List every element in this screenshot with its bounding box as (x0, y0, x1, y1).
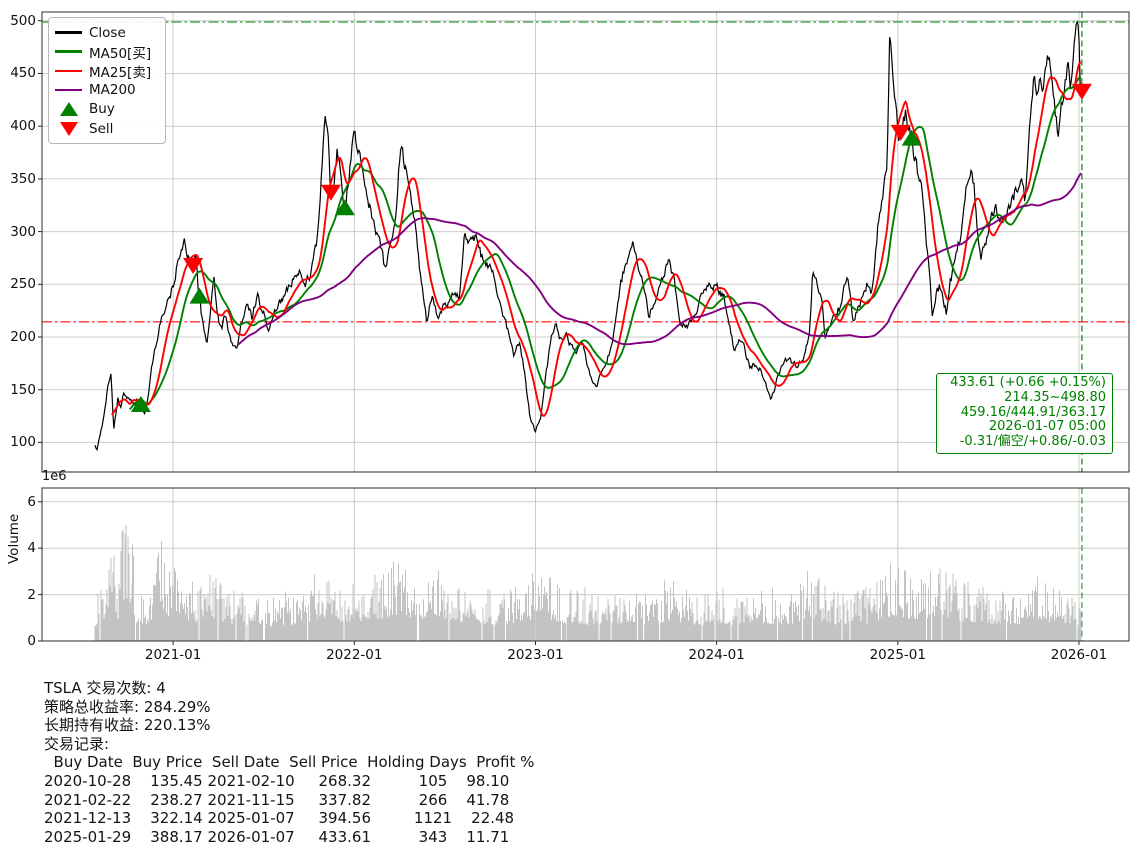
legend-item-ma25: MA25[卖] (55, 61, 157, 80)
line-swatch (55, 31, 82, 34)
legend: CloseMA50[买]MA25[卖]MA200 Buy Sell (48, 17, 166, 144)
price-tick-label: 450 (4, 66, 36, 80)
legend-item-ma50: MA50[买] (55, 42, 157, 61)
price-tick-label: 100 (4, 435, 36, 449)
legend-item-ma200: MA200 (55, 81, 157, 100)
annotation-line: 214.35~498.80 (943, 391, 1106, 406)
volume-axis-label: Volume (6, 514, 22, 564)
volume-tick-label: 0 (4, 634, 36, 648)
date-tick-label: 2025-01 (866, 648, 930, 662)
legend-line-swatch (55, 70, 82, 73)
annotation-line: 2026-01-07 05:00 (943, 420, 1106, 435)
trade-table-header: Buy Date Buy Price Sell Date Sell Price … (44, 753, 534, 772)
legend-label: MA50[买] (89, 42, 151, 62)
date-tick-label: 2024-01 (685, 648, 749, 662)
buy-triangle-icon (60, 102, 78, 116)
trade-table-row: 2021-12-13 322.14 2025-01-07 394.56 1121… (44, 809, 534, 828)
price-tick-label: 500 (4, 14, 36, 28)
price-tick-label: 150 (4, 383, 36, 397)
legend-label: Sell (89, 121, 113, 137)
line-swatch (55, 70, 82, 73)
legend-item-buy: Buy (55, 100, 157, 119)
price-tick-label: 200 (4, 330, 36, 344)
annotation-line: 459.16/444.91/363.17 (943, 406, 1106, 421)
legend-item-close: Close (55, 23, 157, 42)
legend-label: Buy (89, 101, 115, 117)
trade-table-row: 2021-02-22 238.27 2021-11-15 337.82 266 … (44, 791, 534, 810)
trade-table-row: 2020-10-28 135.45 2021-02-10 268.32 105 … (44, 772, 534, 791)
price-tick-label: 350 (4, 172, 36, 186)
price-tick-label: 300 (4, 225, 36, 239)
legend-marker-swatch (55, 122, 82, 136)
figure: CloseMA50[买]MA25[卖]MA200 Buy Sell 433.61 (… (0, 0, 1139, 855)
price-tick-label: 400 (4, 119, 36, 133)
legend-item-sell: Sell (55, 119, 157, 138)
line-swatch (55, 50, 82, 53)
volume-bars (95, 525, 1081, 641)
price-tick-label: 250 (4, 277, 36, 291)
date-tick-label: 2021-01 (141, 648, 205, 662)
line-swatch (55, 89, 82, 92)
stats-line: TSLA 交易次数: 4 (44, 679, 534, 698)
date-tick-label: 2022-01 (322, 648, 386, 662)
volume-tick-label: 4 (4, 541, 36, 555)
legend-line-swatch (55, 31, 82, 34)
annotation-line: -0.31/偏空/+0.86/-0.03 (943, 435, 1106, 450)
sell-triangle-icon (60, 122, 78, 136)
legend-label: MA25[卖] (89, 61, 151, 81)
volume-tick-label: 2 (4, 588, 36, 602)
volume-tick-label: 6 (4, 495, 36, 509)
stats-line: 长期持有收益: 220.13% (44, 716, 534, 735)
legend-line-swatch (55, 50, 82, 53)
legend-line-swatch (55, 89, 82, 92)
volume-scale-label: 1e6 (42, 469, 67, 484)
annotation-line: 433.61 (+0.66 +0.15%) (943, 376, 1106, 391)
legend-marker-swatch (55, 102, 82, 116)
legend-label: MA200 (89, 82, 136, 98)
strategy-stats-block: TSLA 交易次数: 4策略总收益率: 284.29%长期持有收益: 220.1… (44, 679, 534, 846)
date-tick-label: 2026-01 (1047, 648, 1111, 662)
trade-table-row: 2025-01-29 388.17 2026-01-07 433.61 343 … (44, 828, 534, 847)
stats-line: 策略总收益率: 284.29% (44, 698, 534, 717)
date-tick-label: 2023-01 (503, 648, 567, 662)
legend-label: Close (89, 25, 126, 41)
quote-annotation-box: 433.61 (+0.66 +0.15%)214.35~498.80459.16… (936, 373, 1113, 454)
stats-line: 交易记录: (44, 735, 534, 754)
